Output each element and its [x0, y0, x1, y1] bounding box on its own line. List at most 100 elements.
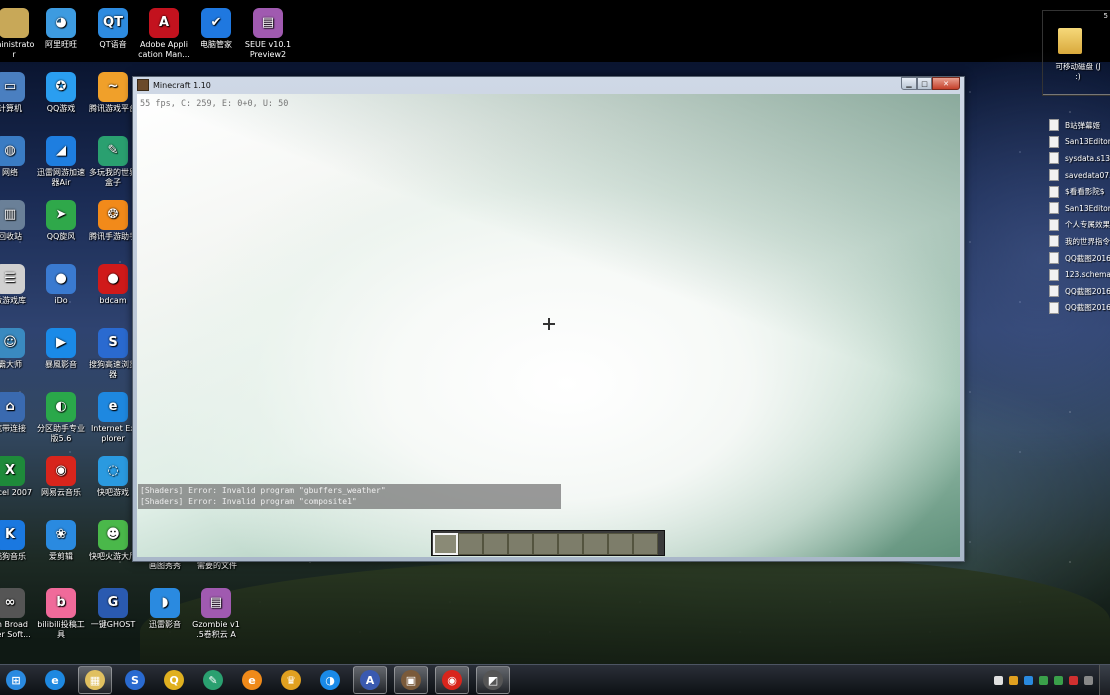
taskbar-browser-blue-button[interactable]: ◑ [314, 667, 346, 693]
netease-music-icon: ◉ [442, 670, 462, 690]
tray-icon[interactable] [994, 675, 1003, 685]
file-icon [1049, 119, 1059, 132]
taskbar-ie-button[interactable]: e [39, 667, 71, 693]
desktop-shortcut[interactable]: ◉ 网易云音乐 [33, 456, 89, 498]
taskbar-netease-music-button[interactable]: ◉ [435, 666, 469, 694]
folder-icon[interactable] [1058, 28, 1082, 54]
file-name: San13Editor [1065, 203, 1110, 213]
shortcut-icon: ➤ [46, 200, 76, 230]
window-titlebar[interactable]: Minecraft 1.10 ▁ □ ✕ [133, 77, 964, 93]
shortcut-label: 暴風影音 [45, 360, 77, 369]
shortcut-label: Adobe Appli cation Man... [138, 40, 190, 59]
taskbar-tencent-assist-button[interactable]: ✎ [197, 667, 229, 693]
desktop-shortcut[interactable]: ▶ 暴風影音 [33, 328, 89, 370]
desktop-shortcut[interactable]: G 一键GHOST [85, 588, 141, 630]
desktop-shortcut[interactable]: ✔ 电脑管家 [188, 8, 244, 50]
taskbar-bandicam-like-button[interactable]: ◩ [476, 666, 510, 694]
file-list-item[interactable]: QQ截图2016 [1045, 283, 1110, 300]
file-list-item[interactable]: 123.schemati [1045, 266, 1110, 283]
desktop-shortcut[interactable]: ✪ QQ游戏 [33, 72, 89, 114]
shortcut-icon: ◍ [0, 136, 25, 166]
hotbar-slot[interactable] [508, 533, 533, 555]
hotbar-slot[interactable] [633, 533, 658, 555]
shortcut-label: 迅雷网游加速 器Air [37, 168, 85, 187]
explorer-icon: ▦ [85, 670, 105, 690]
file-list-item[interactable]: $看看影院$ [1045, 183, 1110, 200]
shortcut-icon: ✎ [98, 136, 128, 166]
file-name: 123.schemati [1065, 270, 1110, 280]
file-list-item[interactable]: 我的世界指令 [1045, 233, 1110, 250]
hotbar-slot[interactable] [558, 533, 583, 555]
shortcut-label: 爱剪辑 [49, 552, 73, 561]
file-list-item[interactable]: sysdata.s13 [1045, 150, 1110, 167]
file-list-item[interactable]: San13Editor [1045, 200, 1110, 217]
tray-icon[interactable] [1084, 675, 1093, 685]
desktop-shortcut[interactable]: ◗ 迅雷影音 [137, 588, 193, 630]
minimize-button[interactable]: ▁ [901, 77, 917, 90]
shortcut-label: Gzombie v1 .5卷积云 A [192, 620, 240, 639]
shortcut-icon: ◉ [46, 456, 76, 486]
tray-icon[interactable] [1054, 675, 1063, 685]
taskbar-minecraft-button[interactable]: ▣ [394, 666, 428, 694]
shortcut-label[interactable]: 需要的文件 [189, 561, 245, 571]
wallpaper-hill [140, 555, 1110, 665]
file-list-item[interactable]: 个人专属效果 [1045, 217, 1110, 234]
edge-like-icon: e [242, 670, 262, 690]
taskbar-qq-button[interactable]: Q [158, 667, 190, 693]
desktop-shortcut[interactable]: ◕ 阿里旺旺 [33, 8, 89, 50]
desktop-shortcut[interactable]: A Adobe Appli cation Man... [136, 8, 192, 60]
file-list-item[interactable]: San13Editor [1045, 134, 1110, 151]
system-tray [988, 665, 1110, 695]
taskbar-ms-tool-button[interactable]: A [353, 666, 387, 694]
shortcut-icon: ◗ [150, 588, 180, 618]
taskbar-explorer-button[interactable]: ▦ [78, 666, 112, 694]
minecraft-app-icon [137, 79, 149, 91]
file-name: QQ截图2016 [1065, 303, 1110, 313]
file-icon [1049, 235, 1059, 248]
desktop-shortcut[interactable]: ◐ 分区助手专业 版5.6 [33, 392, 89, 444]
file-list-item[interactable]: B站弹幕姬 [1045, 117, 1110, 134]
hotbar-slot-selected[interactable] [433, 533, 458, 555]
taskbar-start-button[interactable]: ⊞ [0, 667, 32, 693]
shortcut-icon: ⌂ [0, 392, 25, 422]
window-controls: ▁ □ ✕ [901, 77, 960, 90]
hotbar-slot[interactable] [583, 533, 608, 555]
shortcut-label[interactable]: 画图秀秀 [137, 561, 193, 571]
ms-tool-icon: A [360, 670, 380, 690]
close-button[interactable]: ✕ [932, 77, 960, 90]
taskbar-game-crown-button[interactable]: ♛ [275, 667, 307, 693]
show-desktop-button[interactable] [1099, 665, 1110, 695]
file-name: 个人专属效果 [1065, 220, 1110, 230]
desktop-shortcut[interactable]: ➤ QQ旋风 [33, 200, 89, 242]
file-list-item[interactable]: QQ截图2016 [1045, 300, 1110, 317]
shortcut-icon: ● [98, 264, 128, 294]
file-name: B站弹幕姬 [1065, 120, 1101, 130]
desktop-shortcut[interactable]: ▤ SEUE v10.1 Preview2 [240, 8, 296, 60]
desktop-shortcut[interactable]: ◢ 迅雷网游加速 器Air [33, 136, 89, 188]
tray-icon[interactable] [1039, 675, 1048, 685]
desktop-shortcut[interactable]: ● iDo [33, 264, 89, 306]
tray-icon[interactable] [1024, 675, 1033, 685]
shortcut-icon: b [46, 588, 76, 618]
file-list-item[interactable]: savedata07.s [1045, 167, 1110, 184]
taskbar-sogou-button[interactable]: S [119, 667, 151, 693]
hotbar-slot[interactable] [533, 533, 558, 555]
taskbar-edge-like-button[interactable]: e [236, 667, 268, 693]
desktop-shortcut[interactable]: b bilibili投稿工 具 [33, 588, 89, 640]
tray-icon[interactable] [1069, 675, 1078, 685]
desktop-shortcut[interactable]: ❀ 爱剪辑 [33, 520, 89, 562]
hotbar-slot[interactable] [483, 533, 508, 555]
shortcut-label: QQ旋风 [46, 232, 76, 241]
divider [1043, 94, 1110, 95]
shortcut-icon: X [0, 456, 25, 486]
file-list-item[interactable]: QQ截图2016 [1045, 250, 1110, 267]
desktop-shortcut[interactable]: QT QT语音 [85, 8, 141, 50]
minecraft-window[interactable]: Minecraft 1.10 ▁ □ ✕ 55 fps, C: 259, E: … [132, 76, 965, 562]
hotbar-slot[interactable] [458, 533, 483, 555]
tray-icon[interactable] [1009, 675, 1018, 685]
desktop-shortcut[interactable]: ▤ Gzombie v1 .5卷积云 A [188, 588, 244, 640]
maximize-button[interactable]: □ [917, 77, 932, 90]
hotbar-slot[interactable] [608, 533, 633, 555]
game-viewport[interactable]: 55 fps, C: 259, E: 0+0, U: 50 [Shaders] … [137, 94, 960, 557]
shortcut-icon: ◕ [46, 8, 76, 38]
